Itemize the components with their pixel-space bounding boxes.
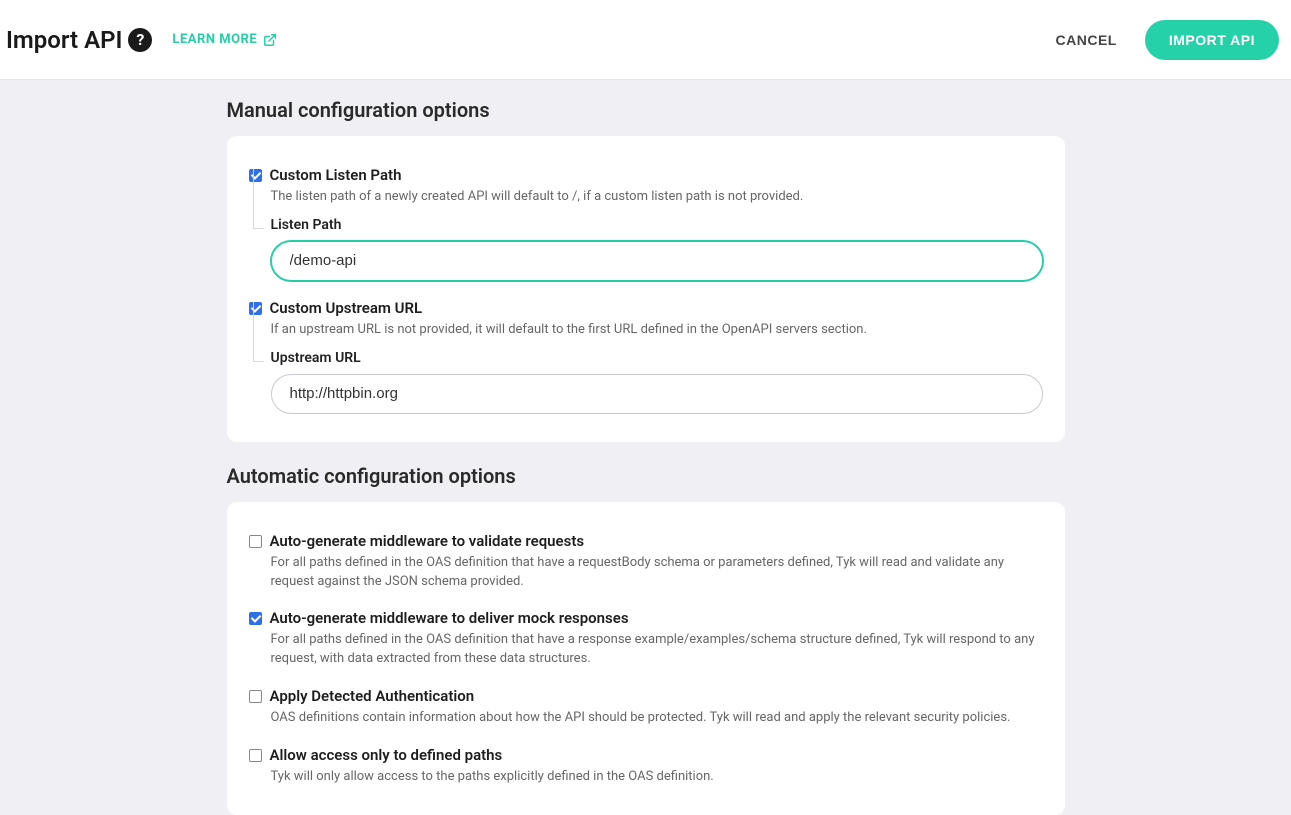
apply-auth-desc: OAS definitions contain information abou… (271, 709, 1043, 728)
custom-upstream-url-label: Custom Upstream URL (270, 299, 423, 317)
custom-upstream-url-checkbox[interactable] (249, 302, 262, 315)
apply-auth-checkbox[interactable] (249, 690, 262, 703)
page-title: Import API (6, 26, 122, 54)
page-header: Import API ? LEARN MORE CANCEL IMPORT AP… (0, 0, 1291, 80)
custom-upstream-url-desc: If an upstream URL is not provided, it w… (271, 321, 1043, 340)
import-api-button[interactable]: IMPORT API (1145, 20, 1279, 60)
automatic-section-title: Automatic configuration options (227, 464, 1065, 488)
automatic-config-section: Automatic configuration options Auto-gen… (227, 464, 1065, 815)
mock-responses-desc: For all paths defined in the OAS definit… (271, 631, 1043, 669)
listen-path-field: Listen Path (271, 217, 1043, 281)
listen-path-label: Listen Path (271, 217, 1043, 233)
learn-more-label: LEARN MORE (172, 32, 257, 47)
custom-listen-path-desc: The listen path of a newly created API w… (271, 188, 1043, 207)
manual-section-title: Manual configuration options (227, 98, 1065, 122)
custom-listen-path-option: Custom Listen Path The listen path of a … (249, 166, 1043, 281)
allow-defined-label: Allow access only to defined paths (270, 746, 503, 764)
header-right: CANCEL IMPORT API (1056, 20, 1280, 60)
custom-listen-path-checkbox[interactable] (249, 169, 262, 182)
custom-upstream-url-option: Custom Upstream URL If an upstream URL i… (249, 299, 1043, 414)
external-link-icon (263, 33, 277, 47)
mock-responses-option: Auto-generate middleware to deliver mock… (249, 609, 1043, 669)
listen-path-input[interactable] (271, 241, 1043, 281)
apply-auth-option: Apply Detected Authentication OAS defini… (249, 687, 1043, 728)
apply-auth-label: Apply Detected Authentication (270, 687, 475, 705)
upstream-url-input[interactable] (271, 374, 1043, 414)
manual-config-section: Manual configuration options Custom List… (227, 98, 1065, 442)
allow-defined-desc: Tyk will only allow access to the paths … (271, 768, 1043, 787)
validate-requests-checkbox[interactable] (249, 535, 262, 548)
help-icon[interactable]: ? (128, 28, 152, 52)
allow-defined-checkbox[interactable] (249, 749, 262, 762)
cancel-button[interactable]: CANCEL (1056, 32, 1117, 48)
validate-requests-desc: For all paths defined in the OAS definit… (271, 554, 1043, 592)
learn-more-link[interactable]: LEARN MORE (172, 32, 277, 47)
validate-requests-option: Auto-generate middleware to validate req… (249, 532, 1043, 592)
validate-requests-label: Auto-generate middleware to validate req… (270, 532, 585, 550)
automatic-config-card: Auto-generate middleware to validate req… (227, 502, 1065, 815)
upstream-url-label: Upstream URL (271, 350, 1043, 366)
content: Manual configuration options Custom List… (0, 80, 1291, 815)
manual-config-card: Custom Listen Path The listen path of a … (227, 136, 1065, 442)
header-left: Import API ? LEARN MORE (6, 26, 277, 54)
mock-responses-label: Auto-generate middleware to deliver mock… (270, 609, 629, 627)
upstream-url-field: Upstream URL (271, 350, 1043, 414)
allow-defined-option: Allow access only to defined paths Tyk w… (249, 746, 1043, 787)
mock-responses-checkbox[interactable] (249, 612, 262, 625)
custom-listen-path-label: Custom Listen Path (270, 166, 402, 184)
